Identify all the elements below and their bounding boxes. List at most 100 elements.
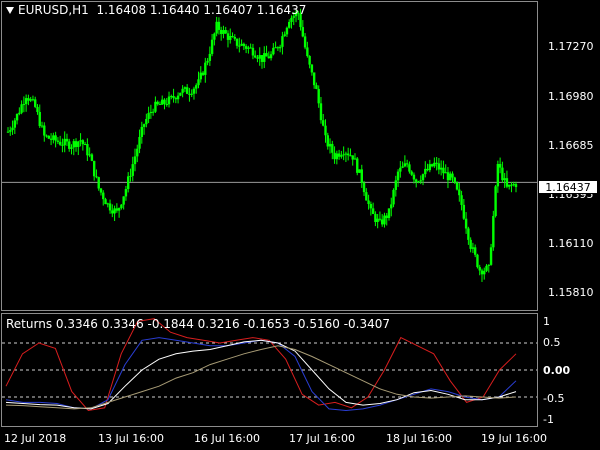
candle-body bbox=[471, 247, 475, 249]
dropdown-triangle-icon bbox=[6, 7, 14, 14]
candle-body bbox=[288, 21, 291, 28]
candle-body bbox=[276, 47, 280, 49]
symbol-label: EURUSD,H1 bbox=[18, 3, 89, 17]
candle-body bbox=[238, 45, 241, 47]
candle-body bbox=[408, 164, 411, 172]
candle-body bbox=[163, 99, 166, 104]
candle-body bbox=[129, 175, 132, 177]
candle-body bbox=[131, 164, 134, 176]
candle-body bbox=[242, 43, 246, 47]
candle-body bbox=[312, 72, 316, 86]
candle-body bbox=[496, 164, 500, 187]
chart-header: EURUSD,H1 1.16408 1.16440 1.16407 1.1643… bbox=[6, 3, 306, 17]
candle-body bbox=[269, 54, 273, 59]
candle-body bbox=[483, 270, 486, 275]
candle-body bbox=[63, 138, 66, 146]
candle-body bbox=[415, 179, 418, 182]
candle-body bbox=[430, 164, 434, 167]
candle-body bbox=[324, 125, 327, 136]
candle-body bbox=[480, 270, 484, 275]
candle-body bbox=[133, 156, 137, 165]
candle-body bbox=[319, 103, 323, 121]
candle-body bbox=[274, 47, 277, 49]
candle-body bbox=[201, 72, 205, 75]
candle-body bbox=[111, 210, 114, 214]
candle-body bbox=[278, 46, 282, 49]
candle-body bbox=[403, 163, 407, 167]
candle-body bbox=[337, 153, 341, 157]
candle-body bbox=[376, 218, 379, 223]
candle-body bbox=[88, 154, 91, 156]
candle-body bbox=[151, 111, 155, 113]
candle-body bbox=[49, 138, 53, 140]
candle-body bbox=[185, 87, 189, 94]
candle-body bbox=[260, 55, 264, 62]
time-tick: 16 Jul 16:00 bbox=[194, 432, 260, 445]
indicator-values: 0.3346 0.3346 -0.1844 0.3216 -0.1653 -0.… bbox=[55, 317, 391, 331]
candle-body bbox=[249, 47, 252, 49]
candle-body bbox=[183, 87, 187, 89]
candle-body bbox=[374, 213, 377, 223]
candle-body bbox=[192, 88, 196, 94]
candle-body bbox=[285, 27, 289, 35]
candle-body bbox=[487, 264, 490, 266]
current-price-tag: 1.16437 bbox=[538, 180, 598, 194]
candle-body bbox=[371, 208, 375, 214]
candle-body bbox=[22, 104, 26, 106]
candle-body bbox=[61, 144, 64, 146]
candle-body bbox=[108, 203, 112, 211]
candle-body bbox=[167, 96, 171, 105]
candle-body bbox=[442, 167, 445, 174]
candle-body bbox=[367, 200, 370, 205]
candle-body bbox=[6, 131, 10, 133]
candle-body bbox=[36, 106, 39, 113]
candle-body bbox=[433, 162, 436, 167]
candle-body bbox=[138, 136, 141, 149]
candle-body bbox=[140, 126, 144, 137]
candle-body bbox=[383, 215, 386, 225]
price-tick: 1.15810 bbox=[548, 286, 594, 299]
candle-body bbox=[165, 103, 168, 105]
candle-body bbox=[263, 53, 266, 62]
candle-body bbox=[113, 208, 116, 214]
candle-body bbox=[210, 39, 214, 54]
candle-body bbox=[301, 27, 305, 37]
indicator-name: Returns bbox=[6, 317, 53, 331]
price-chart-canvas[interactable] bbox=[2, 2, 537, 310]
candle-body bbox=[322, 120, 325, 126]
candle-body bbox=[290, 17, 293, 22]
candle-body bbox=[358, 169, 361, 173]
candle-body bbox=[120, 204, 123, 209]
candle-body bbox=[219, 29, 223, 35]
candle-body bbox=[136, 148, 139, 157]
candle-body bbox=[401, 166, 404, 168]
candle-body bbox=[70, 147, 73, 149]
candle-body bbox=[317, 88, 320, 104]
candle-body bbox=[446, 172, 450, 181]
time-tick: 17 Jul 16:00 bbox=[289, 432, 355, 445]
candle-body bbox=[247, 47, 250, 49]
candle-body bbox=[90, 154, 94, 161]
candle-body bbox=[503, 178, 506, 181]
candle-body bbox=[244, 46, 248, 49]
candle-body bbox=[485, 265, 488, 271]
candle-body bbox=[421, 174, 425, 181]
candle-body bbox=[124, 189, 128, 197]
candle-body bbox=[510, 184, 513, 186]
candle-body bbox=[81, 140, 85, 145]
returns-line-blue bbox=[5, 337, 517, 412]
price-chart-pane[interactable] bbox=[1, 1, 538, 311]
candle-body bbox=[226, 33, 230, 40]
candle-body bbox=[142, 124, 146, 127]
indicator-tick: -0.5 bbox=[543, 392, 565, 405]
candle-body bbox=[460, 195, 463, 205]
candle-body bbox=[72, 141, 75, 148]
candle-body bbox=[399, 167, 402, 172]
price-tick: 1.17270 bbox=[548, 40, 594, 53]
candle-body bbox=[362, 182, 366, 193]
candle-body bbox=[233, 36, 236, 39]
time-tick: 19 Jul 16:00 bbox=[481, 432, 547, 445]
candle-body bbox=[161, 99, 164, 105]
candle-body bbox=[104, 199, 107, 205]
candle-body bbox=[478, 267, 481, 271]
